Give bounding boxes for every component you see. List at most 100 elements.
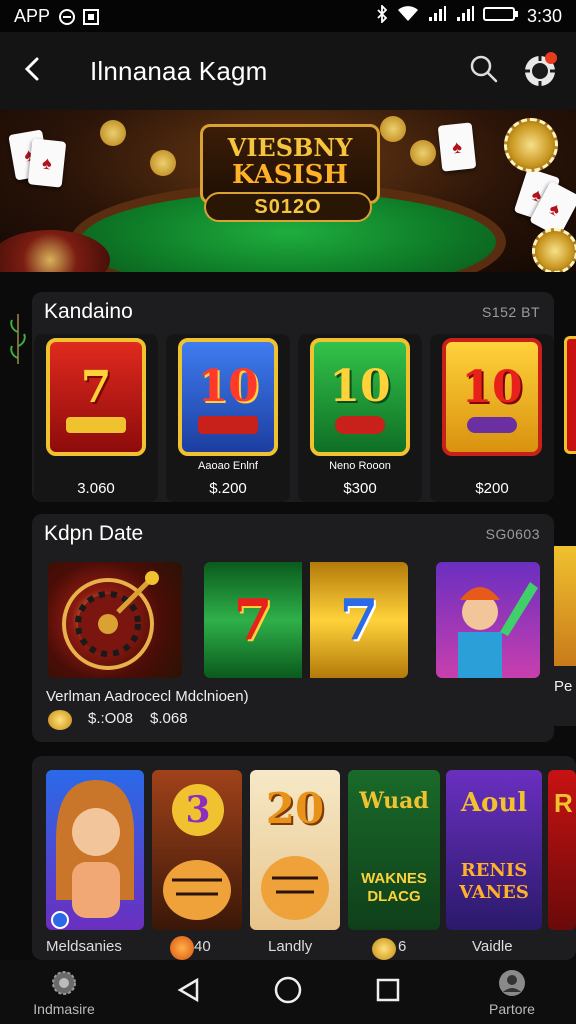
- slot-art: 10: [310, 338, 410, 456]
- tile-label: 6: [398, 938, 407, 955]
- status-bar: APP 3:30: [0, 0, 576, 32]
- tiger-icon: [261, 856, 329, 920]
- coin-icon: [100, 120, 126, 146]
- circle-home-icon: [273, 976, 303, 1009]
- side-tile-label: Pe: [554, 678, 573, 695]
- navigation-bar: Indmasire Partore: [0, 960, 576, 1024]
- tile-label: Meldsanies: [46, 938, 122, 955]
- tile-label: 40: [194, 938, 211, 955]
- status-app-text: APP: [14, 5, 51, 26]
- section-meta: S152 BT: [482, 304, 540, 320]
- roulette-wheel-icon: [62, 571, 159, 670]
- slot-price: $200: [475, 480, 509, 497]
- nav-left-item[interactable]: Indmasire: [24, 968, 104, 1017]
- slot-price: $300: [343, 480, 377, 497]
- tile-label: Vaidle: [472, 938, 513, 955]
- tile-text: WAKNES DLACG: [361, 870, 427, 905]
- slot-badge: [335, 415, 385, 434]
- playing-card-icon: ♠: [27, 138, 67, 188]
- tile-title: R: [554, 788, 573, 818]
- chip-menu-button[interactable]: [512, 32, 568, 110]
- triangle-back-icon: [175, 977, 203, 1008]
- section-title: Kdpn Date: [44, 522, 144, 545]
- status-time: 3:30: [526, 5, 562, 26]
- section-title: Kandaino: [44, 300, 133, 323]
- coin-icon: [372, 938, 396, 960]
- leaf-icon: [8, 312, 28, 371]
- reel-green: 7: [204, 562, 302, 678]
- slot-number: 10: [329, 360, 391, 412]
- tile-title: Wuad: [359, 788, 429, 814]
- section-date-games: Kdpn Date SG0603 7 7 Verlman Aadrocecl M…: [32, 514, 554, 742]
- game-tile[interactable]: Wuad WAKNES DLACG: [348, 770, 440, 930]
- battery-icon: [482, 5, 519, 28]
- slot-badge: [198, 415, 258, 434]
- coin-icon: [170, 936, 194, 960]
- playing-card-icon: ♠: [437, 122, 477, 172]
- slot-number: 10: [197, 360, 259, 412]
- character-icon: [51, 780, 135, 929]
- side-tile-partial[interactable]: Pe: [554, 546, 576, 726]
- side-tile-art: [554, 546, 576, 666]
- chevron-left-icon: [21, 56, 43, 87]
- bluetooth-icon: [375, 3, 389, 28]
- section-meta: SG0603: [485, 526, 540, 542]
- game-tile[interactable]: 3: [152, 770, 242, 930]
- app-header: Ilnnanaa Kagm: [0, 32, 576, 110]
- page-title: Ilnnanaa Kagm: [90, 55, 268, 86]
- signal-icon: [427, 5, 447, 28]
- notification-icon: [58, 8, 76, 25]
- back-button[interactable]: [0, 32, 64, 110]
- game-label: Verlman Aadrocecl Mdclnioen): [46, 688, 249, 705]
- price-a: $.:O08: [88, 710, 134, 727]
- search-icon: [469, 54, 499, 89]
- profile-icon: [497, 968, 527, 1001]
- signal-icon-2: [455, 5, 475, 28]
- nav-left-label: Indmasire: [33, 1000, 95, 1017]
- poker-chip-icon: [521, 50, 559, 93]
- coin-icon: [150, 150, 176, 176]
- hero-banner[interactable]: ♠ ♠ ♠ ♠ ♠ VIESBNY KASISH S012O: [0, 110, 576, 272]
- nav-right-label: Partore: [489, 1000, 535, 1017]
- roulette-tile[interactable]: [48, 562, 182, 678]
- character-tile[interactable]: [436, 562, 540, 678]
- coin-icon: [410, 140, 436, 166]
- game-tile[interactable]: 20: [250, 770, 340, 930]
- slot-price: $.200: [209, 480, 247, 497]
- slot-card[interactable]: 10 $200: [430, 334, 554, 502]
- slot-card[interactable]: 10 Neno Rooon $300: [298, 334, 422, 502]
- slot-card[interactable]: 7 3.060: [34, 334, 158, 502]
- coin-icon: [380, 116, 406, 142]
- character-icon: [458, 582, 538, 678]
- slot-card[interactable]: 10 Aaoao Enlnf $.200: [166, 334, 290, 502]
- slot-number: 10: [461, 361, 523, 413]
- game-tile-partial[interactable]: R: [548, 770, 576, 930]
- hero-logo-line2: KASISH: [232, 160, 348, 190]
- search-button[interactable]: [456, 32, 512, 110]
- tile-label: Landly: [268, 938, 313, 955]
- slot-art: 10: [442, 338, 542, 456]
- hero-jackpot-amount: S012O: [204, 192, 372, 222]
- tile-text: RENIS VANES: [459, 860, 529, 903]
- recents-nav-button[interactable]: [374, 976, 402, 1009]
- nav-right-item[interactable]: Partore: [472, 968, 552, 1017]
- casino-chip-icon: [532, 228, 576, 272]
- price-b: $.068: [150, 710, 188, 727]
- slot-reel-tile[interactable]: 7 7: [204, 562, 408, 678]
- section-more-games: 3 20 Wuad WAKNES DLACG Aoul RENIS VANES …: [32, 756, 576, 960]
- game-tile[interactable]: [46, 770, 144, 930]
- home-nav-button[interactable]: [273, 975, 303, 1010]
- slot-badge: [467, 416, 517, 433]
- wifi-icon: [397, 5, 419, 28]
- slot-art: 7: [46, 338, 146, 456]
- slot-badge: [66, 416, 126, 433]
- slot-number: 7: [80, 361, 112, 413]
- reel-yellow: 7: [310, 562, 408, 678]
- slot-card-partial[interactable]: [564, 336, 576, 454]
- media-icon: [82, 8, 100, 25]
- badge-icon: [49, 968, 79, 1001]
- game-tile[interactable]: Aoul RENIS VANES: [446, 770, 542, 930]
- back-nav-button[interactable]: [175, 976, 203, 1009]
- section-featured-slots: Kandaino S152 BT 7 3.060 10 Aaoao Enlnf …: [32, 292, 554, 502]
- tiger-icon: [163, 860, 231, 920]
